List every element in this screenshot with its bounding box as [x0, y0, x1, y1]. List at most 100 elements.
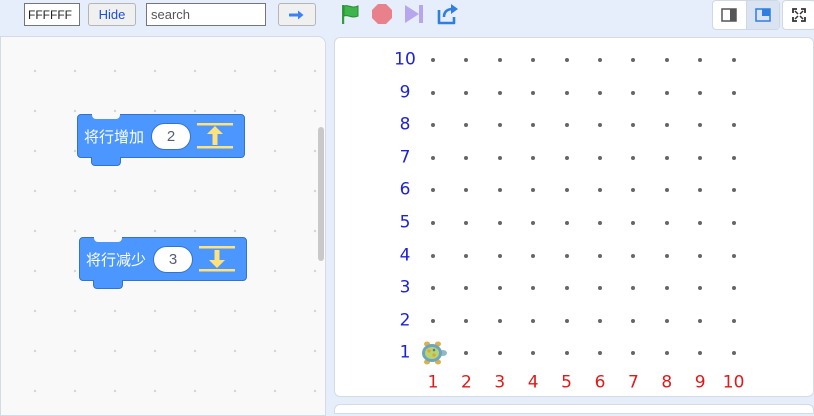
- grid-dot: [531, 286, 536, 291]
- grid-dot: [598, 318, 602, 323]
- share-button[interactable]: [436, 2, 460, 26]
- grid-dot: [698, 155, 703, 160]
- grid-dot: [431, 90, 435, 95]
- grid-dot: [564, 155, 569, 160]
- green-flag-button[interactable]: [338, 2, 362, 26]
- grid-dot: [464, 351, 469, 356]
- grid-dot: [497, 351, 502, 356]
- x-axis-label: 9: [694, 372, 706, 393]
- grid-dot: [431, 155, 435, 160]
- grid-dot: [664, 58, 669, 62]
- block-row-increase[interactable]: 将行增加 2: [77, 114, 245, 166]
- x-axis-label: 2: [460, 372, 472, 393]
- x-axis-label: 5: [561, 372, 573, 393]
- grid-dot: [497, 58, 502, 62]
- y-axis-label: 7: [399, 147, 411, 168]
- grid-dot: [698, 123, 703, 128]
- grid-dot: [464, 90, 469, 95]
- sprite-pane-edge: [334, 404, 814, 414]
- grid-dot: [698, 351, 703, 356]
- stop-button[interactable]: [370, 2, 394, 26]
- grid-dot: [497, 318, 502, 323]
- block-label: 将行增加: [84, 128, 145, 146]
- turtle-sprite[interactable]: [419, 339, 449, 367]
- row-increase-icon: [197, 121, 234, 151]
- grid-dot: [664, 253, 669, 258]
- y-axis-label: 5: [399, 212, 411, 233]
- grid-dot: [631, 351, 636, 356]
- workspace-scrollbar[interactable]: [318, 127, 324, 261]
- grid-dot: [698, 188, 703, 193]
- x-axis-label: 7: [627, 372, 639, 393]
- large-stage-button[interactable]: [745, 1, 779, 29]
- grid-dot: [564, 188, 569, 193]
- share-export-icon: [437, 4, 458, 25]
- grid-dot: [731, 253, 736, 258]
- grid-dot: [631, 253, 636, 258]
- code-workspace[interactable]: 将行增加 2 将行减少 3: [0, 36, 326, 416]
- grid-dot: [497, 253, 502, 258]
- stage[interactable]: 10 9 8 7 6 5 4 3 2 1 1 2 3 4 5 6 7 8 9 10: [334, 37, 814, 397]
- grid-dot: [497, 123, 502, 128]
- grid-dot: [564, 286, 569, 291]
- go-button[interactable]: [278, 3, 316, 26]
- stop-icon: [372, 4, 392, 24]
- arrow-right-icon: [289, 10, 304, 19]
- grid-dot: [731, 318, 736, 323]
- x-axis-label: 1: [427, 372, 439, 393]
- grid-dot: [531, 253, 536, 258]
- fullscreen-button[interactable]: [782, 0, 814, 30]
- grid-dot: [731, 351, 736, 356]
- grid-dot: [497, 286, 502, 291]
- color-input[interactable]: [24, 3, 80, 26]
- row-increase-value-input[interactable]: 2: [151, 122, 192, 150]
- x-axis-label: 8: [661, 372, 673, 393]
- grid-dot: [631, 58, 636, 62]
- grid-dot: [698, 286, 703, 291]
- small-stage-button[interactable]: [713, 1, 746, 29]
- block-row-decrease[interactable]: 将行减少 3: [79, 237, 247, 289]
- block-label: 将行减少: [86, 251, 147, 269]
- hide-button[interactable]: Hide: [88, 3, 136, 26]
- grid-dot: [464, 253, 469, 258]
- row-decrease-value-input[interactable]: 3: [153, 245, 194, 273]
- grid-dot: [698, 318, 703, 323]
- row-decrease-icon: [199, 244, 236, 274]
- grid-dot: [431, 123, 435, 128]
- grid-dot: [564, 351, 569, 356]
- grid-dot: [531, 123, 536, 128]
- y-axis-label: 9: [399, 82, 411, 103]
- y-axis-label: 1: [399, 342, 411, 363]
- y-axis-label: 6: [399, 179, 411, 200]
- grid-dot: [631, 221, 636, 225]
- grid-dot: [664, 123, 669, 128]
- grid-dot: [531, 155, 536, 160]
- x-axis-label: 4: [527, 372, 539, 393]
- grid-dot: [564, 58, 569, 62]
- grid-dot: [731, 188, 736, 193]
- grid-dot: [731, 123, 736, 128]
- search-input[interactable]: [146, 3, 266, 26]
- grid-dot: [731, 221, 736, 225]
- grid-dot: [564, 253, 569, 258]
- grid-dot: [598, 351, 602, 356]
- grid-dot: [598, 90, 602, 95]
- step-button[interactable]: [402, 2, 426, 26]
- x-axis-label: 6: [594, 372, 606, 393]
- grid-dot: [564, 123, 569, 128]
- grid-dot: [664, 286, 669, 291]
- grid-dot: [531, 58, 536, 62]
- grid-dot: [531, 188, 536, 193]
- fullscreen-icon: [792, 8, 806, 22]
- grid-dot: [464, 188, 469, 193]
- grid-dot: [664, 90, 669, 95]
- grid-dot: [664, 221, 669, 225]
- grid-dot: [731, 286, 736, 291]
- toolbar: Hide: [0, 0, 814, 34]
- grid-dot: [464, 286, 469, 291]
- y-axis-label: 10: [394, 49, 416, 70]
- grid-dot: [698, 253, 703, 258]
- grid-dot: [464, 58, 469, 62]
- grid-dot: [631, 123, 636, 128]
- grid-dot: [497, 221, 502, 225]
